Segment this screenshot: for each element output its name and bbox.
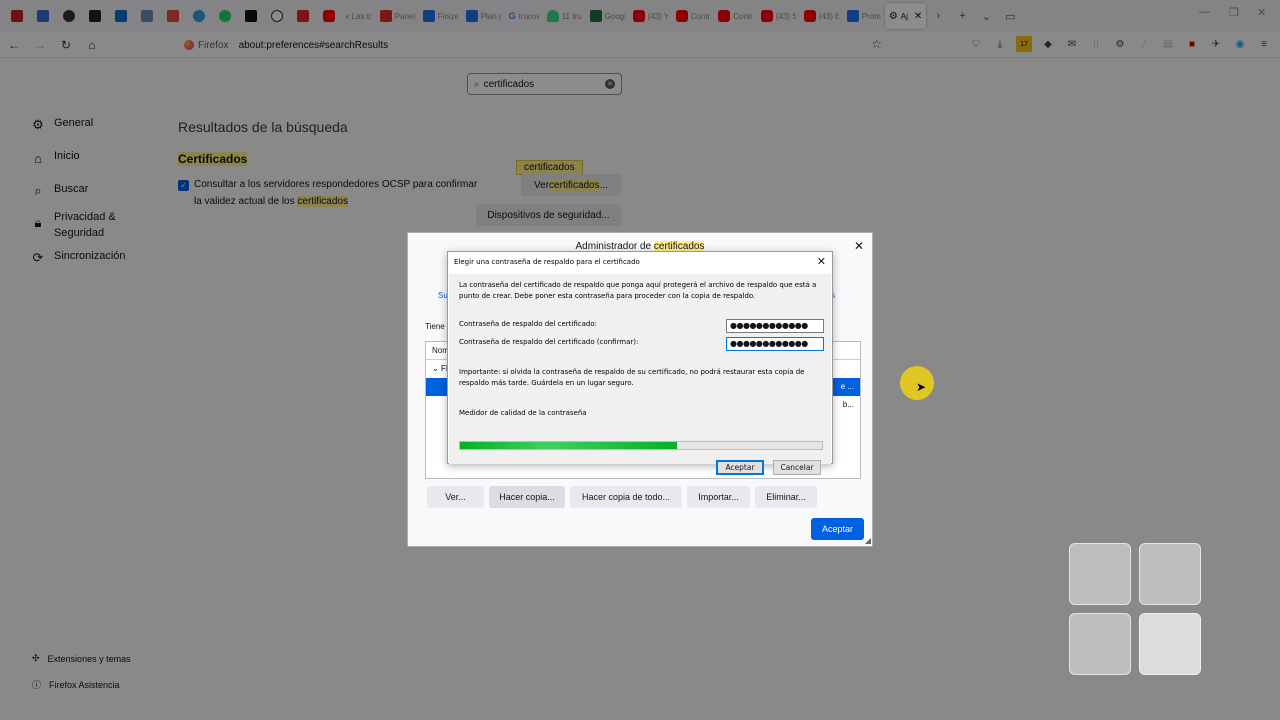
snap-zone[interactable] [1139, 543, 1201, 605]
password-quality-meter [459, 441, 823, 450]
snap-zone[interactable] [1069, 543, 1131, 605]
dialog-body: La contraseña del certificado de respald… [449, 274, 831, 475]
cancel-button[interactable]: Cancelar [773, 460, 821, 475]
password-label: Contraseña de respaldo del certificado: [459, 320, 597, 328]
backup-button[interactable]: Hacer copia... [489, 486, 565, 508]
password-field[interactable]: ●●●●●●●●●●●● [726, 319, 824, 333]
confirm-password-label: Contraseña de respaldo del certificado (… [459, 338, 639, 346]
cert-manager-close-icon[interactable]: ✕ [854, 239, 864, 253]
cert-info-text: Tiene [425, 322, 445, 331]
dialog-close-icon[interactable]: ✕ [817, 255, 826, 268]
chevron-down-icon: ⌄ [432, 364, 441, 373]
snap-zone[interactable] [1069, 613, 1131, 675]
dialog-intro-text: La contraseña del certificado de respald… [459, 281, 817, 300]
meter-label: Medidor de calidad de la contraseña [459, 409, 587, 417]
password-quality-fill [460, 442, 678, 449]
view-button[interactable]: Ver... [427, 486, 484, 508]
mouse-pointer-icon: ➤ [916, 380, 927, 394]
resize-grip-icon[interactable]: ◢ [865, 536, 871, 545]
backup-all-button[interactable]: Hacer copia de todo... [570, 486, 682, 508]
delete-button[interactable]: Eliminar... [755, 486, 817, 508]
dialog-title: Elegir una contraseña de respaldo para e… [454, 258, 640, 266]
cert-manager-ok-button[interactable]: Aceptar [811, 518, 864, 540]
accept-button[interactable]: Aceptar [716, 460, 764, 475]
important-warning-text: Importante: si olvida la contraseña de r… [459, 368, 805, 387]
backup-password-dialog: Elegir una contraseña de respaldo para e… [447, 251, 833, 475]
confirm-password-field[interactable]: ●●●●●●●●●●●● [726, 337, 824, 351]
snap-zone[interactable] [1139, 613, 1201, 675]
import-button[interactable]: Importar... [687, 486, 750, 508]
